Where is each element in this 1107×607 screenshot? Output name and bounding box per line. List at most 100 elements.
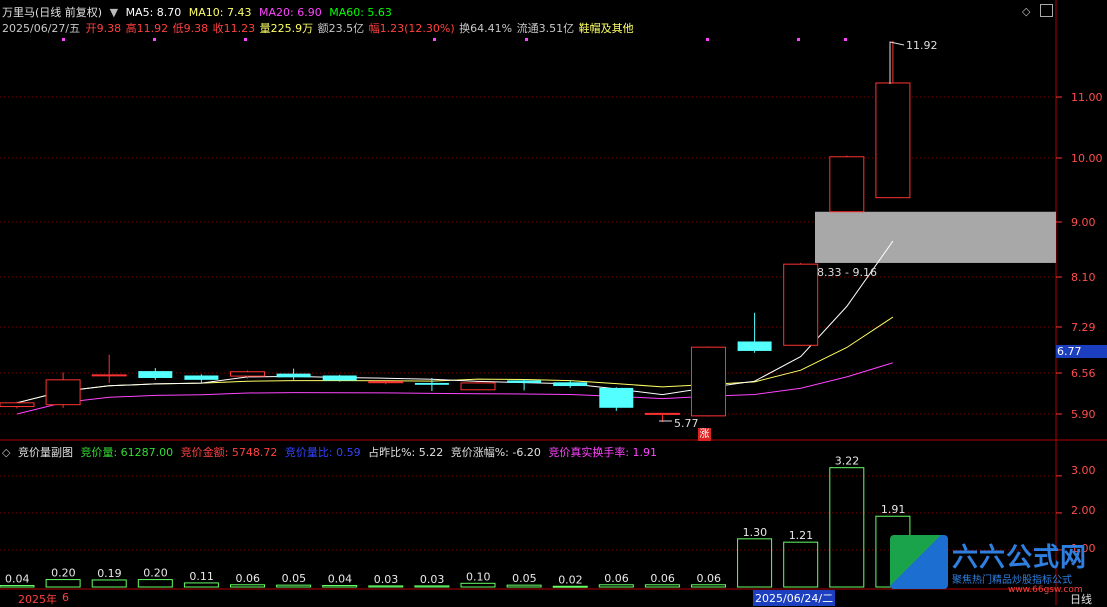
auction-bar-label: 0.05 xyxy=(512,572,537,585)
ma20-line xyxy=(16,362,894,415)
prev-ratio-label: 占昨比%: 5.22 xyxy=(368,446,444,459)
auction-bar xyxy=(91,579,127,588)
price-tick: 10.00 xyxy=(1071,152,1103,165)
auction-bar xyxy=(137,579,173,588)
signal-dot xyxy=(797,38,800,41)
auction-bar xyxy=(0,585,35,588)
candle-body xyxy=(829,156,865,213)
auction-bar xyxy=(45,579,81,588)
price-tick: 9.00 xyxy=(1071,216,1096,229)
quote-open: 开9.38 xyxy=(85,22,122,35)
auction-bar-label: 0.10 xyxy=(466,570,491,583)
cursor-date-badge: 2025/06/24/二 xyxy=(753,590,836,606)
auction-bar xyxy=(829,467,865,588)
limit-up-marker: 涨 xyxy=(698,428,711,441)
signal-dot xyxy=(844,38,847,41)
auction-bar-label: 0.04 xyxy=(5,573,30,586)
brand-watermark: 六六公式网 聚焦热门精品炒股指标公式 www.66gsw.com xyxy=(890,535,1107,595)
candle-body xyxy=(414,382,449,385)
candle-body xyxy=(138,371,173,378)
auction-bar xyxy=(183,582,219,588)
chart-canvas[interactable]: 0.04 0.20 0.19 0.20 0.11 0.06 0.05 0.04 0.03 0.03… xyxy=(0,0,1107,605)
auction-ratio-label: 竞价量比: 0.59 xyxy=(284,446,361,459)
auction-bar-label: 1.30 xyxy=(743,526,768,539)
auction-bar-label: 0.05 xyxy=(282,572,307,585)
candle-body xyxy=(783,263,819,346)
window-toggle-icon[interactable] xyxy=(1040,4,1053,17)
ma5-line xyxy=(16,240,894,404)
candle-body xyxy=(460,382,496,391)
sub-tick: 3.00 xyxy=(1071,464,1096,477)
candle-body xyxy=(737,341,772,351)
auction-bar-label: 0.04 xyxy=(328,573,353,586)
auction-bar xyxy=(506,584,542,588)
auction-bar-label: 0.11 xyxy=(189,570,214,583)
candle-body xyxy=(507,380,542,383)
stock-title[interactable]: 万里马(日线 前复权) xyxy=(2,6,102,19)
candle-body xyxy=(184,375,219,380)
candle-body xyxy=(599,387,634,408)
auction-volume-label: 竞价量: 61287.00 xyxy=(80,446,174,459)
brand-slogan: 聚焦热门精品炒股指标公式 xyxy=(952,575,1072,586)
signal-dot xyxy=(706,38,709,41)
auction-bar xyxy=(460,582,496,588)
candle-body xyxy=(276,373,311,378)
auction-bar-label: 0.03 xyxy=(374,573,399,586)
auction-bar-label: 0.19 xyxy=(97,567,122,580)
current-price-badge: 6.77 xyxy=(1056,345,1107,358)
candle-body xyxy=(368,381,404,384)
quote-amount: 额23.5亿 xyxy=(317,22,365,35)
auction-bar xyxy=(414,585,450,588)
high-pointer xyxy=(889,41,905,84)
brand-logo-icon xyxy=(890,535,948,589)
auction-bar xyxy=(276,584,312,588)
auction-bar xyxy=(598,584,634,588)
auction-bar xyxy=(322,585,358,588)
candle-body xyxy=(0,402,35,408)
auction-bar-label: 0.20 xyxy=(51,567,76,580)
price-tick: 6.56 xyxy=(1071,367,1096,380)
quote-date: 2025/06/27/五 xyxy=(2,22,81,35)
ma-toggle-icon[interactable]: ▼ xyxy=(110,6,118,19)
auction-bar-label: 1.21 xyxy=(789,529,814,542)
ma20-label: MA20: 6.90 xyxy=(259,6,322,19)
price-tick: 11.00 xyxy=(1071,91,1103,104)
candle-body xyxy=(230,371,265,377)
auction-bar-label: 0.06 xyxy=(697,572,722,585)
auction-bar-label: 0.06 xyxy=(604,572,629,585)
signal-dot xyxy=(153,38,156,41)
gap-zone-label: 8.33 - 9.16 xyxy=(817,266,877,279)
auction-bar xyxy=(737,538,773,588)
auction-bar-label: 0.02 xyxy=(558,573,583,586)
subchart-icon[interactable]: ◇ xyxy=(2,446,10,459)
auction-bar-label: 1.91 xyxy=(881,503,906,516)
diamond-icon[interactable]: ◇ xyxy=(1022,5,1030,18)
ma60-label: MA60: 5.63 xyxy=(329,6,392,19)
quote-industry[interactable]: 鞋帽及其他 xyxy=(579,22,634,35)
quote-turnover: 换64.41% xyxy=(459,22,513,35)
candle-body xyxy=(875,82,911,199)
subchart-header: ◇ 竞价量副图 竞价量: 61287.00 竞价金额: 5748.72 竞价量比… xyxy=(2,444,661,460)
sub-tick: 2.00 xyxy=(1071,504,1096,517)
low-price-label: 5.77 xyxy=(674,417,699,430)
auction-bar-label: 3.22 xyxy=(835,455,860,468)
auction-bar xyxy=(230,584,265,588)
high-price-label: 11.92 xyxy=(906,39,938,52)
turnover-rate-label: 竞价真实换手率: 1.91 xyxy=(548,446,658,459)
quote-change: 幅1.23(12.30%) xyxy=(368,22,455,35)
candle-body xyxy=(45,379,81,406)
gap-zone xyxy=(815,211,1056,263)
quote-line: 2025/06/27/五 开9.38 高11.92 低9.38 收11.23 量… xyxy=(2,20,638,36)
quote-float: 流通3.51亿 xyxy=(516,22,575,35)
subchart-title[interactable]: 竞价量副图 xyxy=(18,446,73,459)
price-tick: 7.29 xyxy=(1071,321,1096,334)
price-tick: 5.90 xyxy=(1071,408,1096,421)
auction-bar-label: 0.03 xyxy=(420,573,445,586)
month-label: 6 xyxy=(62,591,69,604)
auction-bar-label: 0.06 xyxy=(236,572,261,585)
indicator-header: 万里马(日线 前复权) ▼ MA5: 8.70 MA10: 7.43 MA20:… xyxy=(2,4,396,20)
quote-close: 收11.23 xyxy=(212,22,256,35)
auction-bar xyxy=(644,584,680,588)
auction-bar xyxy=(368,585,404,588)
signal-dot xyxy=(244,38,247,41)
